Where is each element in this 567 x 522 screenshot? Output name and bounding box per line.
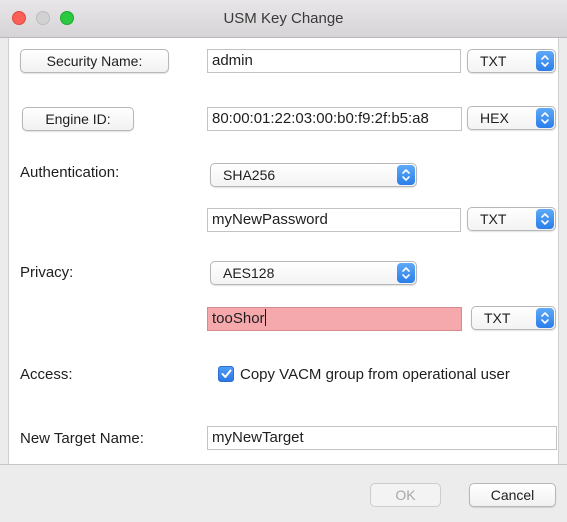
- engine-id-button[interactable]: Engine ID:: [22, 107, 134, 131]
- chevron-updown-icon: [397, 263, 415, 283]
- window-title: USM Key Change: [223, 10, 344, 27]
- privacy-format-value: TXT: [484, 310, 511, 326]
- privacy-format-select[interactable]: TXT: [471, 306, 556, 330]
- copy-vacm-checkbox[interactable]: [218, 366, 234, 382]
- access-label: Access:: [20, 366, 73, 383]
- engine-format-select[interactable]: HEX: [467, 106, 556, 130]
- privacy-protocol-select[interactable]: AES128: [210, 261, 417, 285]
- new-target-name-label: New Target Name:: [20, 430, 144, 447]
- copy-vacm-checkbox-label[interactable]: Copy VACM group from operational user: [240, 366, 510, 383]
- authentication-label: Authentication:: [20, 164, 120, 181]
- window-titlebar: USM Key Change: [0, 0, 567, 38]
- authentication-format-value: TXT: [480, 211, 507, 227]
- text-cursor: [264, 309, 266, 326]
- dialog-content: [8, 38, 559, 464]
- checkmark-icon: [221, 369, 232, 378]
- engine-id-field[interactable]: 80:00:01:22:03:00:b0:f9:2f:b5:a8: [207, 107, 462, 131]
- ok-button[interactable]: OK: [370, 483, 441, 507]
- new-target-name-field[interactable]: myNewTarget: [207, 426, 557, 450]
- authentication-protocol-value: SHA256: [223, 167, 276, 183]
- authentication-protocol-select[interactable]: SHA256: [210, 163, 417, 187]
- privacy-protocol-value: AES128: [223, 265, 275, 281]
- security-name-button[interactable]: Security Name:: [20, 49, 169, 73]
- engine-format-value: HEX: [480, 110, 509, 126]
- chevron-updown-icon: [536, 51, 554, 71]
- security-format-value: TXT: [480, 53, 507, 69]
- privacy-password-text: tooShor: [212, 310, 265, 327]
- privacy-label: Privacy:: [20, 264, 74, 281]
- chevron-updown-icon: [536, 108, 554, 128]
- authentication-password-field[interactable]: myNewPassword: [207, 208, 461, 232]
- chevron-updown-icon: [397, 165, 415, 185]
- security-format-select[interactable]: TXT: [467, 49, 556, 73]
- privacy-password-field[interactable]: tooShor: [207, 307, 462, 331]
- authentication-format-select[interactable]: TXT: [467, 207, 556, 231]
- cancel-button[interactable]: Cancel: [469, 483, 556, 507]
- chevron-updown-icon: [536, 209, 554, 229]
- security-name-field[interactable]: admin: [207, 49, 461, 73]
- chevron-updown-icon: [536, 308, 554, 328]
